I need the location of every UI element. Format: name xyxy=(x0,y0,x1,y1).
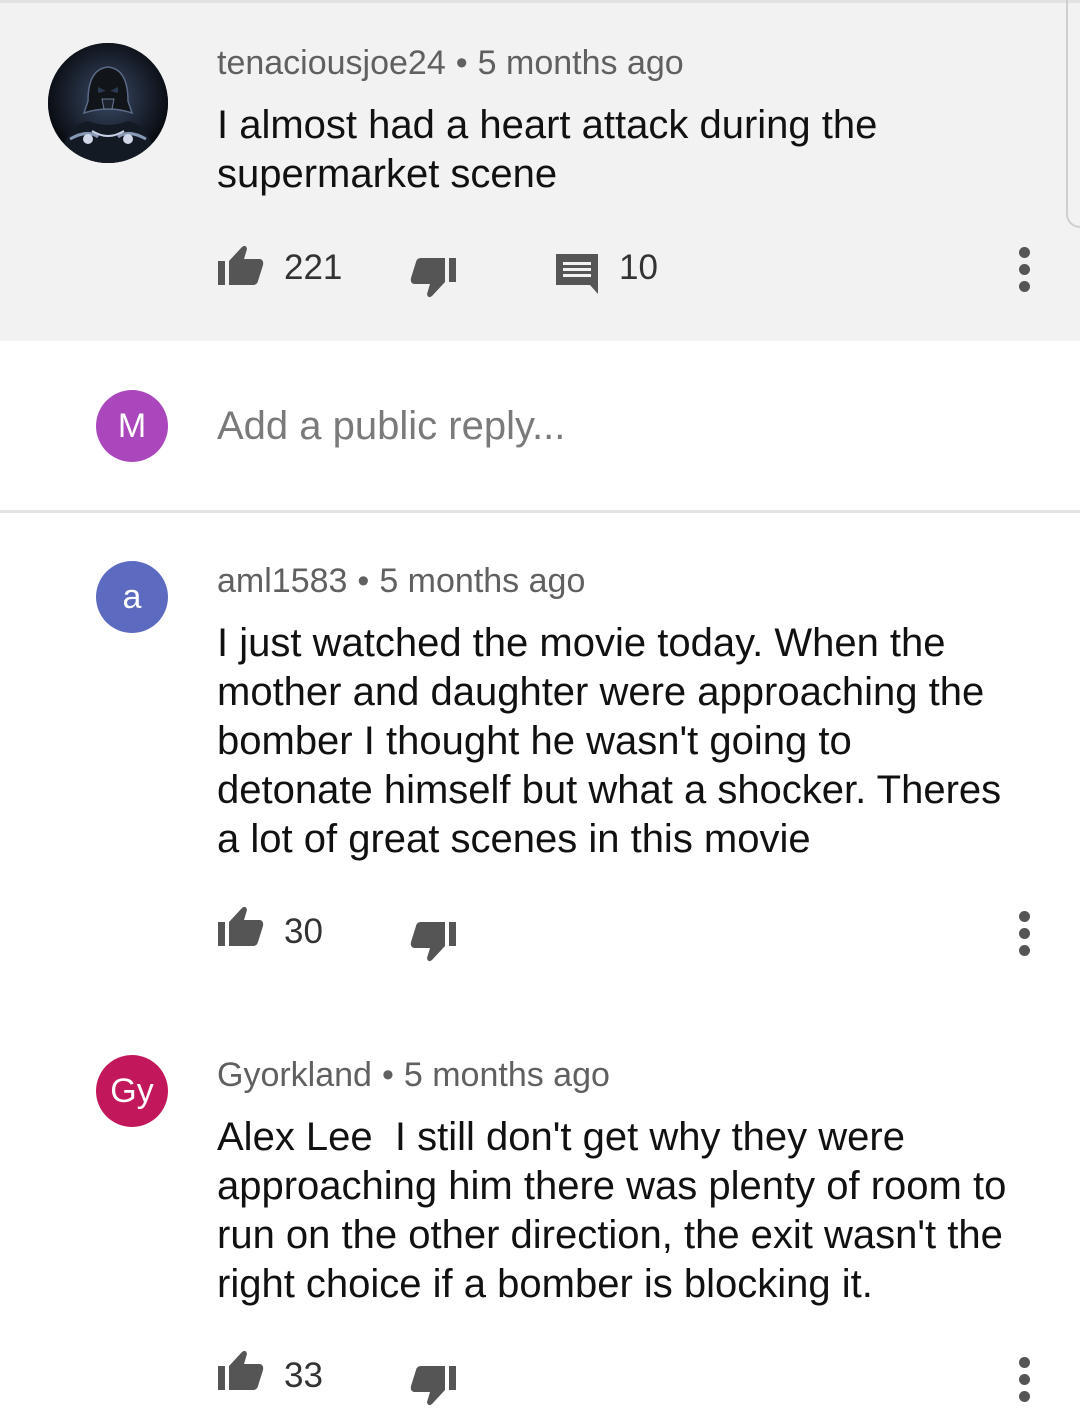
comment-author[interactable]: tenaciousjoe24 xyxy=(217,44,446,82)
comment-time: 5 months ago xyxy=(403,1056,610,1094)
thumbs-up-icon[interactable] xyxy=(218,245,264,285)
avatar[interactable]: Gy xyxy=(96,1055,168,1127)
comment-meta: tenaciousjoe24 • 5 months ago xyxy=(217,44,684,83)
avatar[interactable]: a xyxy=(96,561,168,633)
comment-author[interactable]: aml1583 xyxy=(217,562,347,600)
thumbs-down-icon[interactable] xyxy=(410,922,456,962)
scroll-edge xyxy=(1066,0,1080,228)
meta-separator: • xyxy=(381,1056,394,1094)
reply-count[interactable]: 10 xyxy=(619,248,658,288)
like-count: 33 xyxy=(284,1356,323,1395)
comment-time: 5 months ago xyxy=(379,562,586,600)
like-count: 221 xyxy=(284,248,343,287)
more-vert-icon[interactable] xyxy=(1005,1350,1045,1410)
comment-meta: Gyorkland • 5 months ago xyxy=(217,1056,610,1095)
comment-time: 5 months ago xyxy=(477,44,684,82)
comment-author[interactable]: Gyorkland xyxy=(217,1056,372,1094)
avatar-letter: Gy xyxy=(110,1072,154,1110)
reply-input[interactable] xyxy=(217,404,917,449)
more-vert-icon[interactable] xyxy=(1005,904,1045,964)
comment-icon[interactable] xyxy=(556,254,598,294)
like-count: 30 xyxy=(284,912,323,951)
comment-text: I almost had a heart attack during the s… xyxy=(217,103,878,196)
avatar-letter: a xyxy=(122,578,142,616)
comment-meta: aml1583 • 5 months ago xyxy=(217,562,585,601)
highlighted-comment: tenaciousjoe24 • 5 months ago I almost had… xyxy=(0,0,1080,341)
more-vert-icon[interactable] xyxy=(1005,240,1045,300)
comment-text: I just watched the movie today. When the… xyxy=(217,621,1002,861)
user-avatar-letter: M xyxy=(117,407,147,445)
top-edge-divider xyxy=(0,0,1080,3)
darth-vader-avatar-image xyxy=(48,43,168,163)
user-avatar[interactable]: M xyxy=(96,390,168,462)
thumbs-up-icon[interactable] xyxy=(218,1350,264,1390)
avatar[interactable] xyxy=(48,43,168,163)
thumbs-up-icon[interactable] xyxy=(218,906,264,946)
thumbs-down-icon[interactable] xyxy=(410,1366,456,1406)
comment-text: Alex Lee I still don't get why they were… xyxy=(217,1115,1018,1306)
meta-separator: • xyxy=(357,562,370,600)
meta-separator: • xyxy=(455,44,468,82)
thumbs-down-icon[interactable] xyxy=(410,258,456,298)
section-divider xyxy=(0,510,1080,513)
